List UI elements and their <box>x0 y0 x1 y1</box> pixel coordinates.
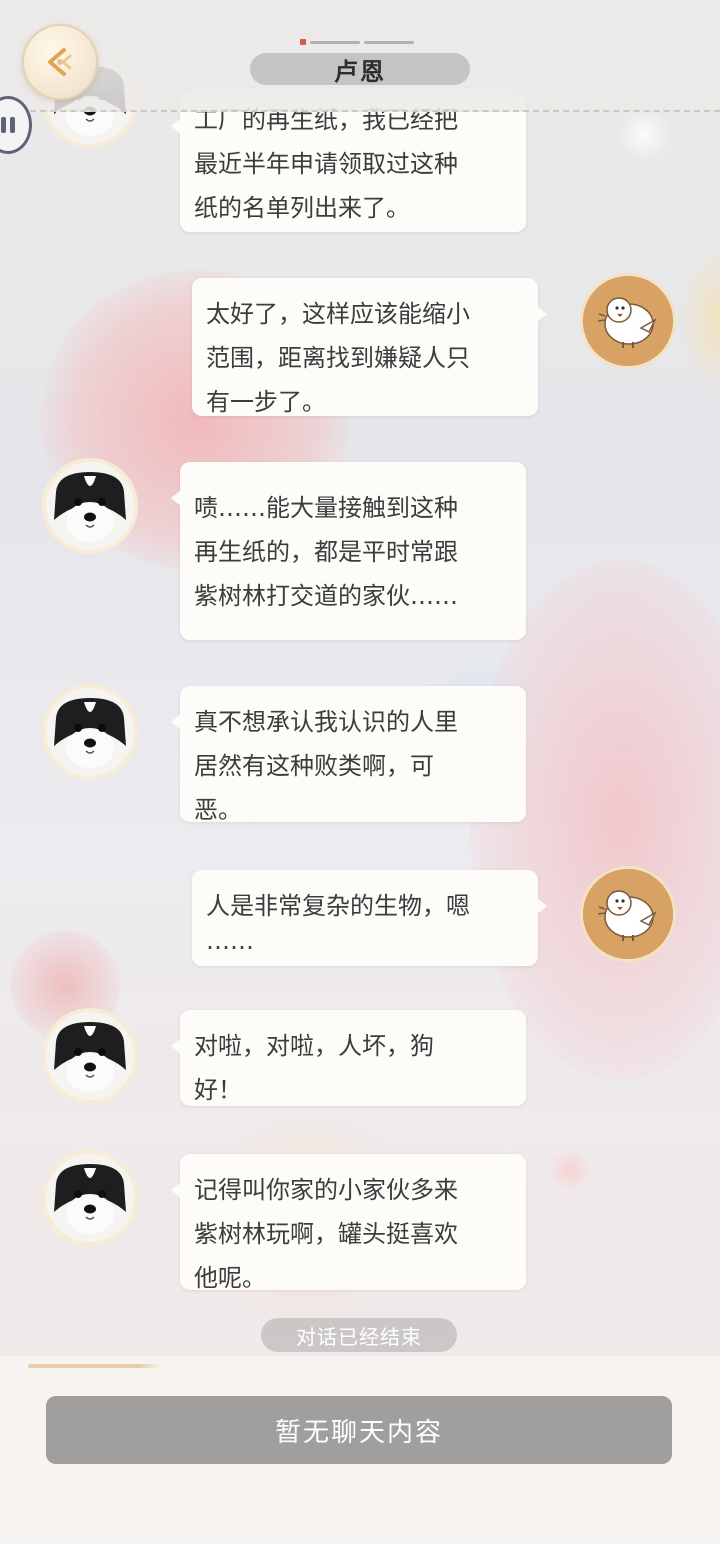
contact-name-pill: 卢恩 <box>250 53 470 86</box>
message-line: 他呢。 <box>194 1264 266 1292</box>
bottom-input-panel: 暂无聊天内容 <box>0 1356 720 1544</box>
message-line: 太好了，这样应该能缩小 <box>206 300 470 328</box>
chat-input-bar[interactable]: 暂无聊天内容 <box>46 1396 672 1464</box>
message-line: 记得叫你家的小家伙多来 <box>194 1176 458 1204</box>
status-indicator <box>300 38 420 46</box>
chat-header: 卢恩 <box>0 0 720 112</box>
dog-face-icon <box>46 462 134 550</box>
message-line: 居然有这种败类啊，可 <box>194 752 434 780</box>
message-line: 范围，距离找到嫌疑人只 <box>206 344 470 372</box>
message-line: 好！ <box>194 1076 242 1104</box>
message-bubble[interactable]: 人是非常复杂的生物，嗯 …… <box>192 870 547 966</box>
bird-avatar[interactable] <box>580 866 676 962</box>
message-line: 最近半年申请领取过这种 <box>194 150 458 178</box>
dog-face-icon <box>46 1154 134 1242</box>
back-button[interactable] <box>22 24 98 100</box>
message-bubble[interactable]: 对啦，对啦，人坏，狗 好！ <box>171 1010 526 1106</box>
message-bubble[interactable]: 太好了，这样应该能缩小 范围，距离找到嫌疑人只 有一步了。 <box>192 278 547 416</box>
dog-face-icon <box>46 688 134 776</box>
bird-avatar[interactable] <box>580 273 676 369</box>
background-bokeh <box>680 250 720 390</box>
background-bokeh <box>550 1150 590 1190</box>
message-line: 真不想承认我认识的人里 <box>194 708 458 736</box>
message-line: 纸的名单列出来了。 <box>194 194 410 222</box>
message-bubble[interactable]: 记得叫你家的小家伙多来 紫树林玩啊，罐头挺喜欢 他呢。 <box>171 1154 526 1292</box>
dog-avatar[interactable] <box>42 458 138 554</box>
page-title: 卢恩 <box>334 57 386 86</box>
message-line: 紫树林打交道的家伙…… <box>194 582 458 610</box>
bird-icon <box>583 276 673 366</box>
dog-avatar[interactable] <box>42 1150 138 1246</box>
message-bubble[interactable]: 真不想承认我认识的人里 居然有这种败类啊，可 恶。 <box>171 686 526 824</box>
message-line: 恶。 <box>194 796 242 824</box>
dog-avatar[interactable] <box>42 684 138 780</box>
back-arrow-icon <box>48 48 72 76</box>
message-line: 紫树林玩啊，罐头挺喜欢 <box>194 1220 458 1248</box>
pause-icon <box>1 117 6 133</box>
conversation-ended-badge: 对话已经结束 <box>261 1318 457 1352</box>
message-line: 再生纸的，都是平时常跟 <box>194 538 458 566</box>
bird-icon <box>583 869 673 959</box>
chat-screen: 工厂的再生纸，我已经把 最近半年申请领取过这种 纸的名单列出来了。 卢恩 太好了… <box>0 0 720 1544</box>
message-line: 啧……能大量接触到这种 <box>194 494 458 522</box>
message-line: 有一步了。 <box>206 388 326 416</box>
message-line: …… <box>206 927 254 955</box>
dog-avatar[interactable] <box>42 1008 138 1104</box>
message-line: 对啦，对啦，人坏，狗 <box>194 1032 434 1060</box>
background-bokeh <box>620 110 670 160</box>
divider-accent <box>28 1364 160 1368</box>
message-bubble[interactable]: 啧……能大量接触到这种 再生纸的，都是平时常跟 紫树林打交道的家伙…… <box>171 462 526 640</box>
message-line: 人是非常复杂的生物，嗯 <box>206 892 470 920</box>
dog-face-icon <box>46 1012 134 1100</box>
